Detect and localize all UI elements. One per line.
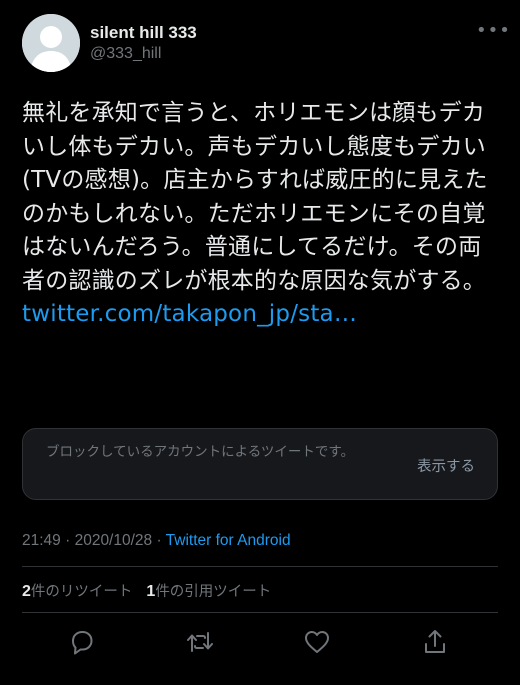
user-handle[interactable]: @333_hill bbox=[90, 44, 197, 64]
default-avatar-icon bbox=[22, 14, 80, 72]
divider bbox=[22, 566, 498, 567]
retweet-icon[interactable] bbox=[184, 626, 216, 658]
client-link[interactable]: Twitter for Android bbox=[166, 532, 291, 549]
reply-icon[interactable] bbox=[66, 626, 98, 658]
tweet-body: 無礼を承知で言うと、ホリエモンは顔もデカいし体もデカい。声もデカいし態度もデカい… bbox=[22, 100, 488, 294]
tweet-date: 2020/10/28 bbox=[74, 532, 153, 549]
tweet-time: 21:49 bbox=[22, 532, 61, 549]
blocked-notice: ブロックしているアカウントによるツイートです。 bbox=[46, 444, 355, 460]
divider bbox=[22, 612, 498, 613]
share-icon[interactable] bbox=[419, 626, 451, 658]
display-name[interactable]: silent hill 333 bbox=[90, 22, 197, 44]
meta-separator: · bbox=[60, 532, 75, 549]
retweets-count: 2 bbox=[22, 583, 31, 600]
show-button[interactable]: 表示する bbox=[417, 455, 475, 476]
action-bar bbox=[0, 620, 520, 664]
quotes-count: 1 bbox=[146, 583, 156, 600]
tweet-stats: 2件のリツイート 1件の引用ツイート bbox=[22, 580, 271, 601]
author-names[interactable]: silent hill 333 @333_hill bbox=[90, 22, 197, 64]
avatar[interactable] bbox=[22, 14, 80, 72]
like-icon[interactable] bbox=[301, 626, 333, 658]
tweet-link[interactable]: twitter.com/takapon_jp/sta… bbox=[22, 301, 357, 327]
quotes-label: 件の引用ツイート bbox=[155, 584, 272, 600]
tweet-meta: 21:49 · 2020/10/28 · Twitter for Android bbox=[22, 532, 291, 550]
meta-separator: · bbox=[152, 532, 166, 549]
retweets-stat[interactable]: 2件のリツイート bbox=[22, 583, 133, 600]
retweets-label: 件のリツイート bbox=[30, 584, 133, 600]
tweet-text: 無礼を承知で言うと、ホリエモンは顔もデカいし体もデカい。声もデカいし態度もデカい… bbox=[22, 97, 492, 332]
more-icon[interactable]: ••• bbox=[476, 22, 510, 44]
quotes-stat[interactable]: 1件の引用ツイート bbox=[146, 583, 272, 600]
quoted-tweet-card: ブロックしているアカウントによるツイートです。 表示する bbox=[22, 428, 498, 500]
tweet-header: silent hill 333 @333_hill ••• bbox=[22, 14, 510, 74]
